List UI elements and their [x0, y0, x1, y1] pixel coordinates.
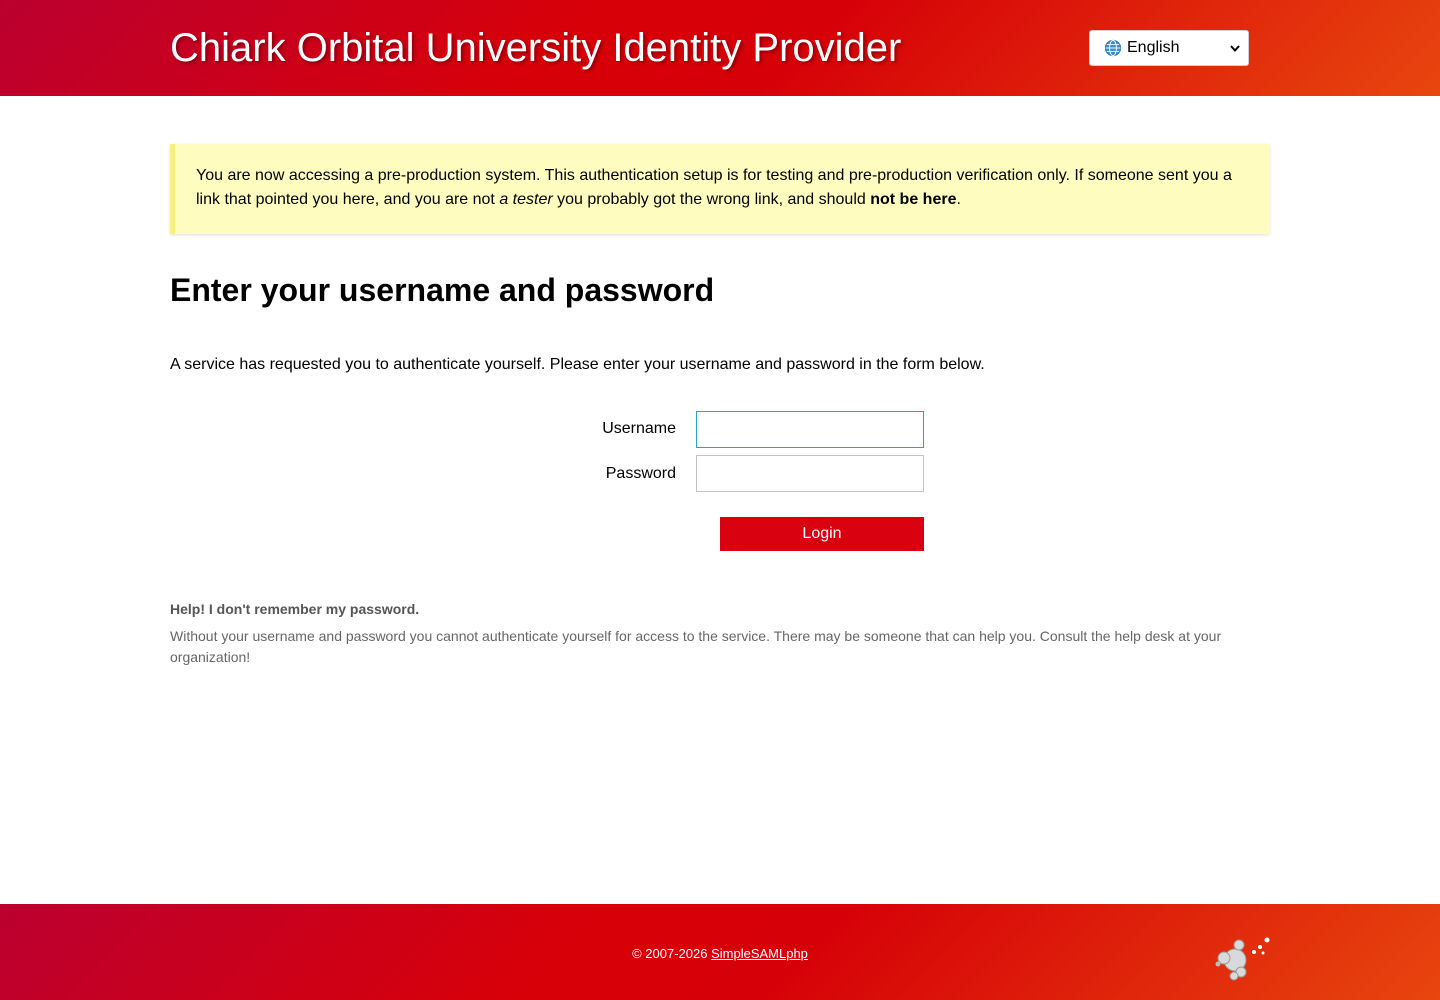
page-title: Enter your username and password — [170, 272, 715, 308]
password-label: Password — [605, 465, 676, 482]
chevron-down-icon — [1230, 45, 1240, 53]
simplesamlphp-logo-icon — [1215, 937, 1270, 981]
site-title: Chiark Orbital University Identity Provi… — [170, 26, 902, 70]
copyright-text: © 2007-2026 — [632, 946, 712, 961]
intro-text: A service has requested you to authentic… — [170, 356, 985, 373]
login-button[interactable]: Login — [720, 517, 924, 551]
language-select-value: English — [1127, 39, 1180, 56]
help-text: Without your username and password you c… — [170, 628, 1222, 665]
banner-text-3: . — [956, 191, 961, 208]
site-header: Chiark Orbital University Identity Provi… — [0, 0, 1440, 96]
password-input[interactable] — [696, 455, 924, 492]
banner-text-2: you probably got the wrong link, and sho… — [552, 191, 871, 208]
banner-strong: not be here — [870, 191, 957, 208]
username-input[interactable] — [696, 411, 924, 448]
language-select[interactable]: English — [1089, 30, 1249, 66]
help-title: Help! I don't remember my password. — [170, 601, 420, 617]
simplesamlphp-link[interactable]: SimpleSAMLphp — [711, 946, 808, 961]
banner-emphasis: a tester — [499, 191, 553, 208]
preproduction-warning-banner: You are now accessing a pre-production s… — [170, 144, 1270, 234]
site-footer: © 2007-2026 SimpleSAMLphp — [0, 904, 1440, 1000]
globe-icon — [1104, 39, 1122, 57]
username-label: Username — [602, 420, 676, 437]
